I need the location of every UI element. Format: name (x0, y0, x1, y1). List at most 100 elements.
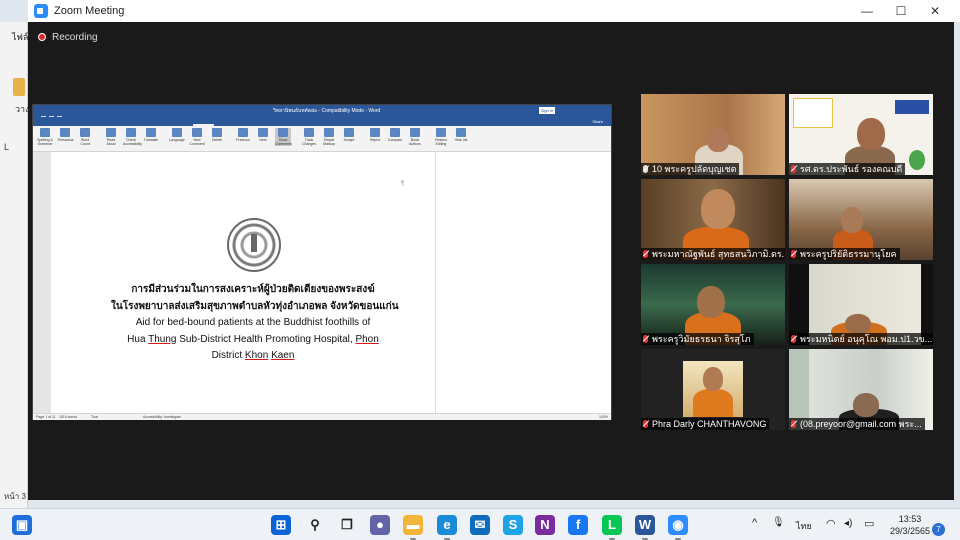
ribbon-read-aloud-button[interactable]: Read Aloud (103, 128, 119, 146)
teams-chat-icon[interactable]: ● (370, 515, 390, 535)
status-zoom[interactable]: 100% (599, 415, 608, 419)
ribbon-word-count-button[interactable]: Word Count (77, 128, 93, 146)
ribbon-restrict-editing-icon (436, 128, 446, 137)
file-menu-label[interactable]: ไฟล์ (12, 30, 28, 44)
minimize-button[interactable]: — (850, 0, 884, 22)
quick-access-toolbar[interactable] (41, 108, 71, 121)
ribbon-compare-button[interactable]: Compare (387, 128, 403, 142)
status-words[interactable]: 1514 words (59, 415, 77, 419)
background-app-window: ไฟล์ วาง L หน้า 3 (0, 22, 30, 508)
tray-overflow-chevron-icon[interactable]: ^ (752, 517, 757, 529)
ribbon-button-label: Read Aloud (106, 138, 116, 146)
ribbon-reject-button[interactable]: Reject (367, 128, 383, 142)
maximize-button[interactable]: ☐ (884, 0, 918, 22)
participant-tile[interactable]: พระมหาณัฐพันธ์ สุทธสนวิภามิ.ดร. ว... (641, 179, 785, 260)
ribbon-delete-icon (212, 128, 222, 137)
participant-tile[interactable]: Phra Darly CHANTHAVONG (641, 349, 785, 430)
paragraph-mark: ¶ (401, 181, 405, 187)
skype-icon[interactable]: S (503, 515, 523, 535)
start-glyph: ⊞ (275, 517, 287, 532)
battery-icon[interactable]: ▭ (864, 517, 874, 530)
ruler-marker: L (4, 142, 10, 152)
ribbon-next-button[interactable]: Next (255, 128, 271, 142)
ribbon-simple-markup-button[interactable]: Simple Markup (321, 128, 337, 146)
ribbon-button-label: Previous (236, 138, 250, 142)
ribbon-hide-ink-icon (456, 128, 466, 137)
recording-indicator[interactable]: Recording (38, 32, 98, 43)
participant-tile[interactable]: (08.preyoor@gmail.com พระ... (789, 349, 933, 430)
word-sign-in-button[interactable]: Sign in (539, 107, 555, 114)
ribbon-language-button[interactable]: Language (169, 128, 185, 142)
ribbon-track-changes-button[interactable]: Track Changes (301, 128, 317, 146)
ribbon-compare-icon (390, 128, 400, 137)
onenote-icon[interactable]: N (535, 515, 555, 535)
word-share-button[interactable]: Share (588, 117, 607, 124)
line-icon[interactable]: L (602, 515, 622, 535)
participant-tile[interactable]: พระครูปริยัติธรรมานุโยค (789, 179, 933, 260)
participant-tile[interactable]: 10 พระครูปลัดบุญเชต (641, 94, 785, 175)
doc-title-english-line1: Aid for bed-bound patients at the Buddhi… (135, 317, 371, 328)
taskbar-clock[interactable]: 13:53 29/3/2565 (884, 513, 936, 537)
ribbon-show-comments-button[interactable]: Show Comments (275, 128, 292, 146)
search-icon[interactable]: ⚲ (305, 515, 325, 535)
ribbon-button-label: Delete (211, 138, 223, 142)
participant-tile[interactable]: พระครูวิมัยธรธนา จิรสุโภ (641, 264, 785, 345)
muted-microphone-icon (643, 335, 648, 343)
word-icon[interactable]: W (635, 515, 655, 535)
widgets-icon[interactable]: ▣ (12, 515, 32, 535)
ribbon-hide-ink-button[interactable]: Hide Ink (453, 128, 469, 142)
mail-icon[interactable]: ✉ (470, 515, 490, 535)
start-icon[interactable]: ⊞ (271, 515, 291, 535)
participant-name: 10 พระครูปลัดบุญเชต (641, 163, 740, 175)
participant-name: พระครูปริยัติธรรมานุโยค (789, 248, 900, 260)
status-accessibility[interactable]: Accessibility: Investigate (143, 415, 181, 419)
onenote-glyph: N (540, 517, 550, 532)
notification-badge[interactable]: 7 (932, 523, 945, 536)
word-page[interactable]: ¶ การมีส่วนร่วมในการสงเคราะห์ผู้ป่วยติดเ… (51, 152, 435, 414)
ribbon-spelling-grammar-button[interactable]: Spelling & Grammar (37, 128, 53, 146)
doc-title-english-line3: District Khon Kaen (211, 350, 295, 361)
ribbon-new-comment-button[interactable]: New Comment (189, 128, 205, 146)
word-title-bar: วิทยานิพนธ์บทคัดย่อ - Compatibility Mode… (33, 105, 611, 121)
ribbon-new-comment-icon (192, 128, 202, 137)
ribbon-button-label: Check Accessibility (123, 138, 143, 146)
microphone-tray-icon[interactable]: 🎙 (772, 517, 785, 528)
ribbon-check-accessibility-button[interactable]: Check Accessibility (123, 128, 143, 146)
edge-icon[interactable]: e (437, 515, 457, 535)
participant-tile[interactable]: รศ.ดร.ประพันธ์ รองคณบดี (789, 94, 933, 175)
input-language-indicator[interactable]: ไทย (796, 519, 812, 533)
close-button[interactable]: ✕ (918, 0, 952, 22)
volume-icon[interactable]: ◂) (844, 518, 852, 529)
ribbon-previous-icon (238, 128, 248, 137)
ribbon-translate-icon (146, 128, 156, 137)
status-language[interactable]: Thai (91, 415, 98, 419)
ribbon-previous-button[interactable]: Previous (235, 128, 251, 142)
wifi-icon[interactable]: ◠ (826, 517, 836, 530)
status-page[interactable]: Page 1 of 11 (36, 415, 56, 419)
widgets-glyph: ▣ (15, 517, 29, 532)
recording-label: Recording (52, 32, 98, 43)
muted-microphone-icon (791, 335, 796, 343)
task-view-icon[interactable]: ❐ (337, 515, 357, 535)
paste-icon[interactable] (13, 78, 25, 96)
zoom-icon[interactable]: ◉ (668, 515, 688, 535)
facebook-icon[interactable]: f (568, 515, 588, 535)
participant-tile[interactable]: พระมหนิตย์ อนุคุโณ พอม.ป1.วข... (789, 264, 933, 345)
muted-microphone-icon (791, 420, 796, 428)
ribbon-delete-button[interactable]: Delete (209, 128, 225, 142)
ribbon-restrict-editing-button[interactable]: Restrict Editing (433, 128, 449, 146)
ribbon-button-label: Thesaurus (57, 138, 74, 142)
ribbon-thesaurus-button[interactable]: Thesaurus (57, 128, 74, 142)
ribbon-language-icon (172, 128, 182, 137)
shared-screen[interactable]: วิทยานิพนธ์บทคัดย่อ - Compatibility Mode… (32, 104, 612, 420)
participant-name: (08.preyoor@gmail.com พระ... (789, 418, 925, 430)
university-seal-logo (227, 218, 281, 272)
doc-title-thai-line1: การมีส่วนร่วมในการสงเคราะห์ผู้ป่วยติดเตี… (131, 284, 375, 295)
file-explorer-icon[interactable]: ▬ (403, 515, 423, 535)
participant-name: พระมหาณัฐพันธ์ สุทธสนวิภามิ.ดร. ว... (641, 248, 785, 260)
ribbon-translate-button[interactable]: Translate (143, 128, 159, 142)
ribbon-accept-button[interactable]: Accept (341, 128, 357, 142)
ribbon-block-authors-button[interactable]: Block Authors (407, 128, 423, 146)
ribbon-button-label: Compare (387, 138, 403, 142)
word-ribbon-tabs: FileHomeInsertDrawDesignLayoutReferences… (33, 117, 611, 131)
